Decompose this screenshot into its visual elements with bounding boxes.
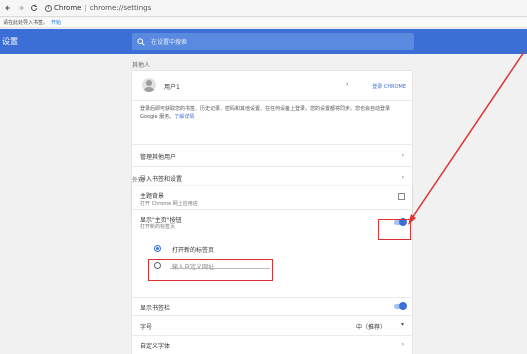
annotation-arrow <box>408 51 525 225</box>
